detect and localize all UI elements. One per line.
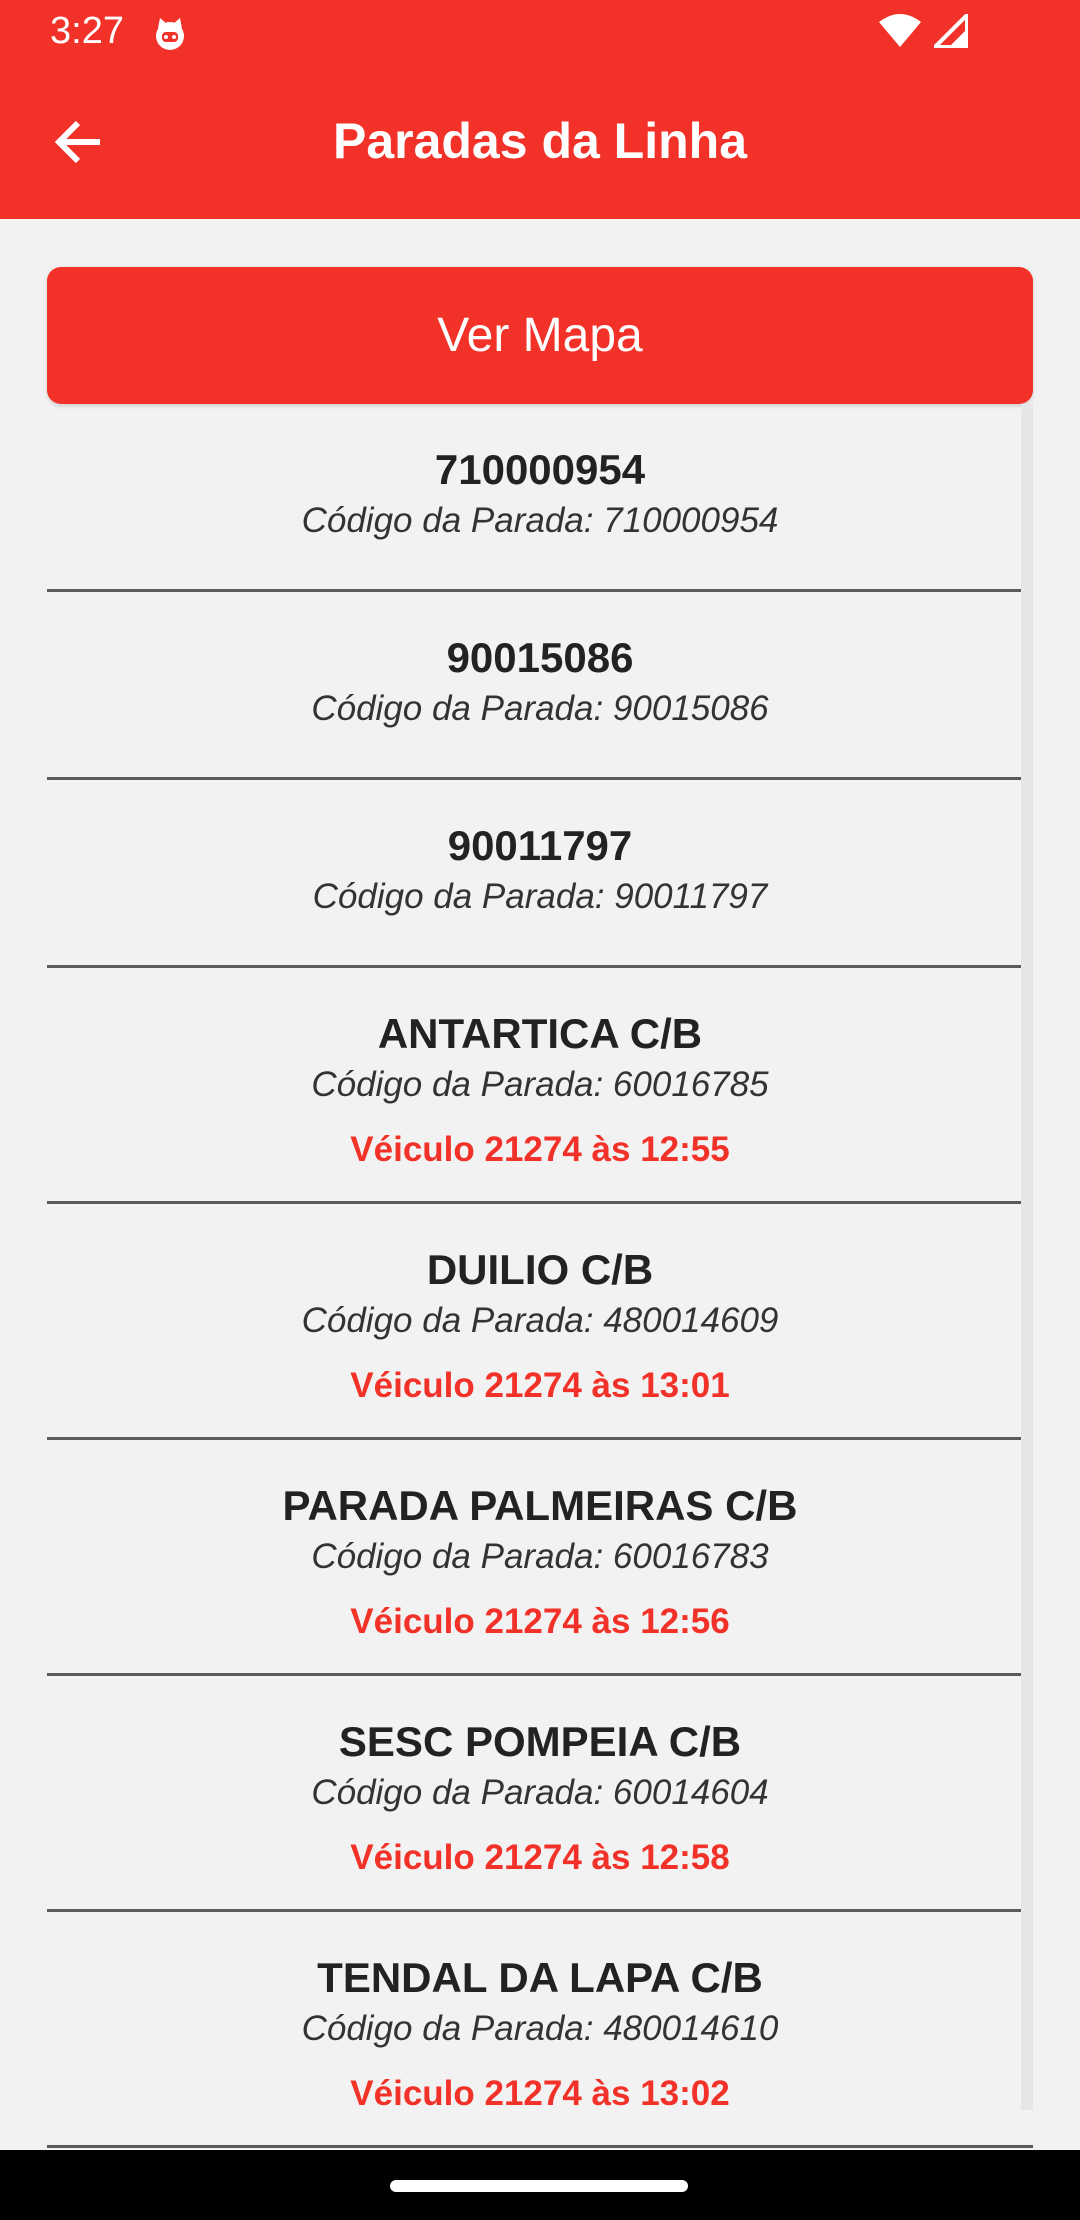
vehicle-arrival: Véiculo 21274 às 12:58 — [350, 1838, 730, 1877]
vehicle-arrival: Véiculo 21274 às 13:02 — [350, 2074, 730, 2113]
status-icons — [878, 14, 968, 48]
stop-item[interactable]: TENDAL DA LAPA C/B Código da Parada: 480… — [47, 1912, 1033, 2148]
stop-name: ANTARTICA C/B — [377, 1010, 703, 1057]
notification-cat-icon — [156, 18, 184, 50]
page-title: Paradas da Linha — [332, 113, 748, 169]
stop-code: Código da Parada: 480014609 — [301, 1301, 779, 1340]
cell-signal-icon — [934, 14, 968, 48]
vehicle-arrival: Véiculo 21274 às 12:56 — [350, 1602, 730, 1641]
stop-code: Código da Parada: 480014610 — [301, 2009, 779, 2048]
stop-code: Código da Parada: 90011797 — [312, 877, 768, 916]
stop-name: 710000954 — [434, 446, 646, 493]
stop-name: DUILIO C/B — [426, 1246, 654, 1293]
wifi-icon — [879, 14, 921, 47]
stop-code: Código da Parada: 60016785 — [311, 1065, 769, 1104]
stop-name: SESC POMPEIA C/B — [338, 1718, 742, 1765]
system-nav-bar — [0, 2150, 1080, 2220]
stop-code: Código da Parada: 60014604 — [311, 1773, 769, 1812]
vehicle-arrival: Véiculo 21274 às 13:01 — [350, 1366, 730, 1405]
view-map-button[interactable]: Ver Mapa — [47, 267, 1033, 404]
home-gesture-handle[interactable] — [390, 2180, 688, 2192]
stop-name: 90011797 — [447, 822, 633, 869]
stop-item[interactable]: DUILIO C/B Código da Parada: 480014609 V… — [47, 1204, 1033, 1440]
stop-item[interactable]: 90015086 Código da Parada: 90015086 — [47, 592, 1033, 780]
stop-item[interactable]: PARADA PALMEIRAS C/B Código da Parada: 6… — [47, 1440, 1033, 1676]
stop-item[interactable]: 90011797 Código da Parada: 90011797 — [47, 780, 1033, 968]
stop-name: TENDAL DA LAPA C/B — [317, 1954, 763, 2001]
stop-name: PARADA PALMEIRAS C/B — [282, 1482, 798, 1529]
vehicle-arrival: Véiculo 21274 às 12:55 — [350, 1130, 730, 1169]
stop-item[interactable]: 710000954 Código da Parada: 710000954 — [47, 404, 1033, 592]
stop-item[interactable]: SESC POMPEIA C/B Código da Parada: 60014… — [47, 1676, 1033, 1912]
stop-name: 90015086 — [446, 634, 634, 681]
app-header: 3:27 Paradas da Linha — [0, 0, 1080, 219]
stop-code: Código da Parada: 60016783 — [311, 1537, 769, 1576]
stop-item[interactable]: ANTARTICA C/B Código da Parada: 60016785… — [47, 968, 1033, 1204]
status-time: 3:27 — [50, 10, 124, 52]
list-scrollbar[interactable] — [1021, 404, 1033, 2110]
stops-list[interactable]: 710000954 Código da Parada: 710000954 90… — [47, 404, 1033, 2150]
stop-code: Código da Parada: 90015086 — [311, 689, 769, 728]
stop-code: Código da Parada: 710000954 — [301, 501, 779, 540]
